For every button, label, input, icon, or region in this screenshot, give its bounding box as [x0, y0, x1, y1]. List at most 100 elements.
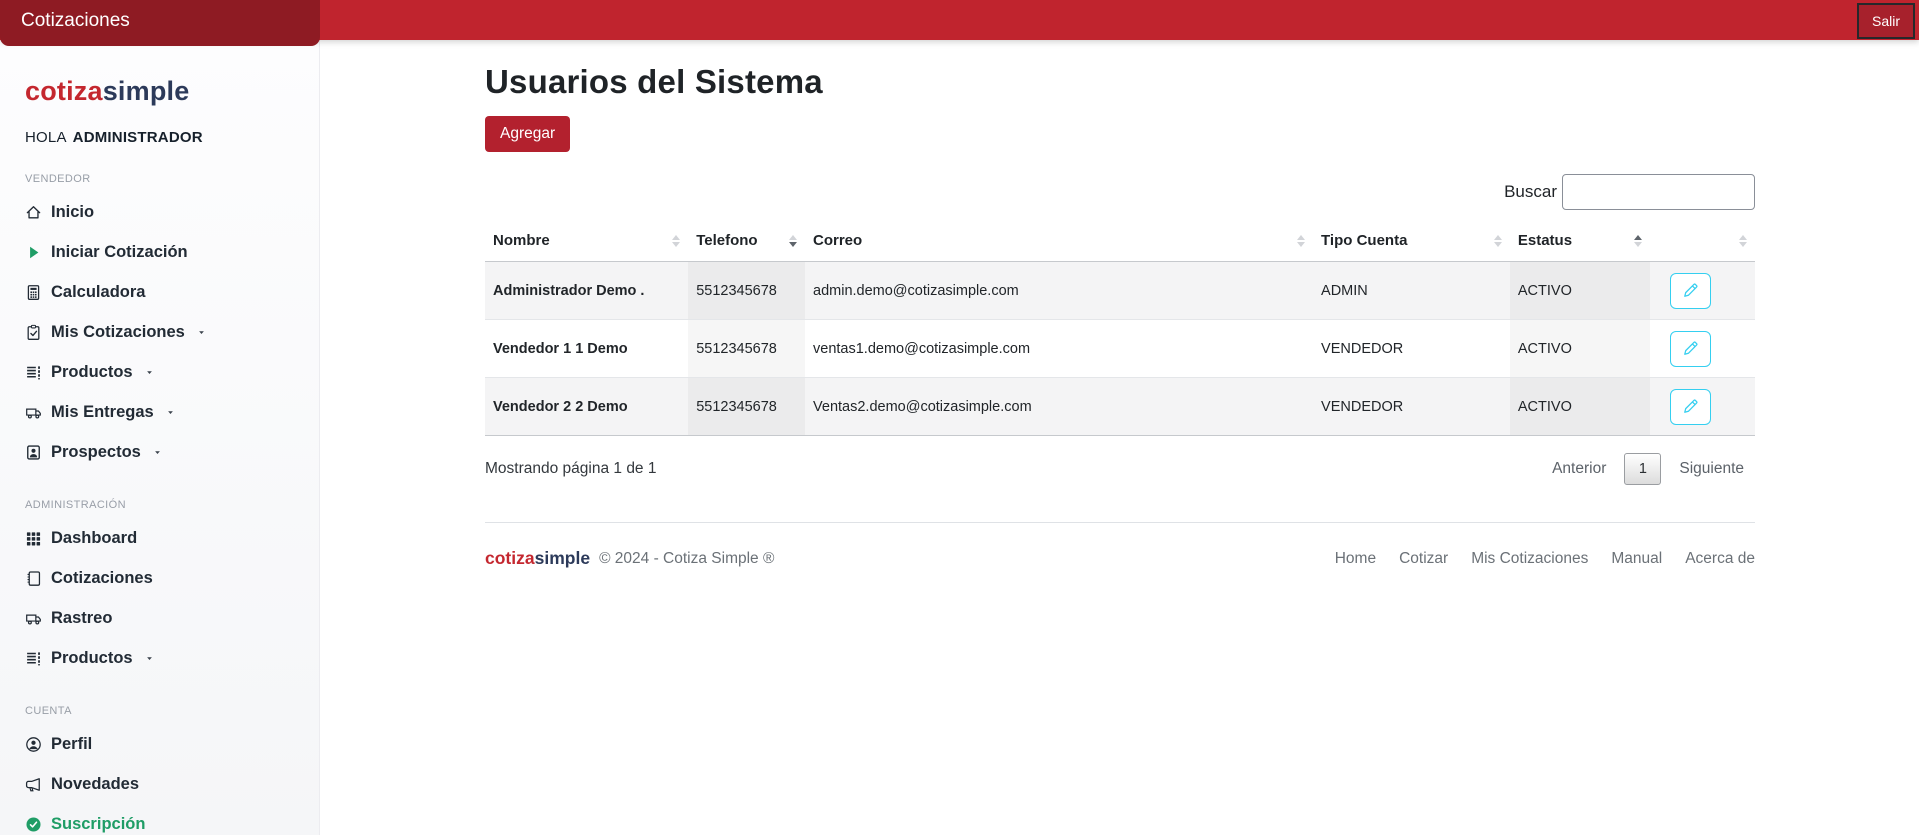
- megaphone-icon: [25, 776, 42, 793]
- sidebar-item-productos[interactable]: Productos: [25, 638, 309, 678]
- app-logo[interactable]: cotizasimple: [25, 76, 309, 107]
- column-header-nombre[interactable]: Nombre: [485, 222, 688, 262]
- sidebar-item-suscripcion[interactable]: Suscripción: [25, 804, 309, 835]
- cell-actions: [1650, 262, 1755, 320]
- sidebar-item-label: Suscripción: [51, 815, 145, 834]
- sidebar-item-label: Cotizaciones: [51, 569, 153, 588]
- sidebar-section-label-vendedor: VENDEDOR: [25, 173, 309, 185]
- footer-link-cotizar[interactable]: Cotizar: [1399, 550, 1448, 568]
- pagination-next-button[interactable]: Siguiente: [1668, 453, 1755, 485]
- greeting-username: ADMINISTRADOR: [73, 129, 203, 146]
- sidebar-item-label: Productos: [51, 363, 133, 382]
- footer-link-manual[interactable]: Manual: [1611, 550, 1662, 568]
- pencil-icon: [1682, 398, 1699, 415]
- sidebar-item-productos[interactable]: Productos: [25, 352, 309, 392]
- list-icon: [25, 650, 42, 667]
- sidebar: cotizasimple HOLAADMINISTRADOR VENDEDOR I…: [0, 40, 320, 835]
- sidebar-item-iniciar-cotizacion[interactable]: Iniciar Cotización: [25, 232, 309, 272]
- cell-tipo_cuenta: VENDEDOR: [1313, 378, 1510, 436]
- page-title: Usuarios del Sistema: [485, 63, 1755, 101]
- cell-tipo_cuenta: ADMIN: [1313, 262, 1510, 320]
- pagination-previous-button[interactable]: Anterior: [1541, 453, 1617, 485]
- sidebar-item-label: Rastreo: [51, 609, 112, 628]
- column-label: Estatus: [1518, 232, 1572, 249]
- pencil-icon: [1682, 340, 1699, 357]
- footer-link-acerca-de[interactable]: Acerca de: [1685, 550, 1755, 568]
- sidebar-item-perfil[interactable]: Perfil: [25, 724, 309, 764]
- sort-arrows-icon: [1297, 235, 1305, 247]
- sidebar-item-label: Mis Entregas: [51, 403, 154, 422]
- edit-user-button[interactable]: [1670, 273, 1711, 309]
- sidebar-item-label: Novedades: [51, 775, 139, 794]
- caret-down-icon: [153, 448, 162, 457]
- sort-arrows-icon: [1494, 235, 1502, 247]
- sidebar-item-prospectos[interactable]: Prospectos: [25, 432, 309, 472]
- cell-correo: Ventas2.demo@cotizasimple.com: [805, 378, 1313, 436]
- pagination-page-button[interactable]: 1: [1624, 453, 1661, 485]
- table-row: Vendedor 1 1 Demo5512345678ventas1.demo@…: [485, 320, 1755, 378]
- cell-telefono: 5512345678: [688, 262, 805, 320]
- badge-check-icon: [25, 816, 42, 833]
- caret-down-icon: [145, 654, 154, 663]
- caret-down-icon: [197, 328, 206, 337]
- add-user-button[interactable]: Agregar: [485, 116, 570, 152]
- users-table: Nombre Telefono Correo Tipo Cuenta Estat…: [485, 222, 1755, 436]
- sidebar-item-inicio[interactable]: Inicio: [25, 192, 309, 232]
- edit-user-button[interactable]: [1670, 389, 1711, 425]
- cell-tipo_cuenta: VENDEDOR: [1313, 320, 1510, 378]
- logout-button[interactable]: Salir: [1857, 3, 1915, 39]
- cell-telefono: 5512345678: [688, 378, 805, 436]
- search-row: Buscar: [485, 174, 1755, 210]
- edit-user-button[interactable]: [1670, 331, 1711, 367]
- sidebar-section-label-cuenta: CUENTA: [25, 705, 309, 717]
- sidebar-item-mis-entregas[interactable]: Mis Entregas: [25, 392, 309, 432]
- cell-estatus: ACTIVO: [1510, 378, 1650, 436]
- grid-icon: [25, 530, 42, 547]
- pagination: Anterior 1 Siguiente: [1541, 453, 1755, 485]
- sidebar-item-mis-cotizaciones[interactable]: Mis Cotizaciones: [25, 312, 309, 352]
- main-content: Usuarios del Sistema Agregar Buscar Nomb…: [320, 40, 1919, 835]
- caret-down-icon: [145, 368, 154, 377]
- footer-link-home[interactable]: Home: [1335, 550, 1376, 568]
- sidebar-section-label-administracion: ADMINISTRACIÓN: [25, 499, 309, 511]
- person-card-icon: [25, 444, 42, 461]
- sidebar-item-dashboard[interactable]: Dashboard: [25, 518, 309, 558]
- footer-divider: [485, 522, 1755, 523]
- footer-link-mis-cotizaciones[interactable]: Mis Cotizaciones: [1471, 550, 1588, 568]
- list-icon: [25, 364, 42, 381]
- home-icon: [25, 204, 42, 221]
- sidebar-item-rastreo[interactable]: Rastreo: [25, 598, 309, 638]
- logo-text-red: cotiza: [25, 76, 103, 106]
- sidebar-item-calculadora[interactable]: Calculadora: [25, 272, 309, 312]
- copyright-text: © 2024 - Cotiza Simple ®: [599, 550, 774, 568]
- play-icon: [25, 244, 42, 261]
- cell-nombre: Administrador Demo .: [485, 262, 688, 320]
- sidebar-item-cotizaciones[interactable]: Cotizaciones: [25, 558, 309, 598]
- sidebar-nav: VENDEDOR InicioIniciar Cotización Calculad…: [25, 173, 309, 835]
- footer-links: Home Cotizar Mis Cotizaciones Manual Acerca …: [1335, 550, 1755, 568]
- sort-arrows-icon: [789, 235, 797, 247]
- truck-icon: [25, 610, 42, 627]
- cell-correo: admin.demo@cotizasimple.com: [805, 262, 1313, 320]
- search-label: Buscar: [1504, 182, 1557, 202]
- table-row: Vendedor 2 2 Demo5512345678Ventas2.demo@…: [485, 378, 1755, 436]
- sidebar-item-novedades[interactable]: Novedades: [25, 764, 309, 804]
- sidebar-item-label: Dashboard: [51, 529, 137, 548]
- pencil-icon: [1682, 282, 1699, 299]
- column-header-telefono[interactable]: Telefono: [688, 222, 805, 262]
- column-header-actions[interactable]: [1650, 222, 1755, 262]
- journal-icon: [25, 570, 42, 587]
- cell-actions: [1650, 320, 1755, 378]
- table-row: Administrador Demo .5512345678admin.demo…: [485, 262, 1755, 320]
- sidebar-item-label: Mis Cotizaciones: [51, 323, 185, 342]
- search-input[interactable]: [1562, 174, 1755, 210]
- greeting: HOLAADMINISTRADOR: [25, 129, 309, 146]
- column-label: Tipo Cuenta: [1321, 232, 1407, 249]
- column-header-estatus[interactable]: Estatus: [1510, 222, 1650, 262]
- navbar-brand[interactable]: Cotizaciones: [0, 0, 320, 46]
- sidebar-item-label: Calculadora: [51, 283, 145, 302]
- column-header-tipo-cuenta[interactable]: Tipo Cuenta: [1313, 222, 1510, 262]
- column-header-correo[interactable]: Correo: [805, 222, 1313, 262]
- column-label: Telefono: [696, 232, 757, 249]
- top-navbar: Cotizaciones Salir: [0, 0, 1919, 40]
